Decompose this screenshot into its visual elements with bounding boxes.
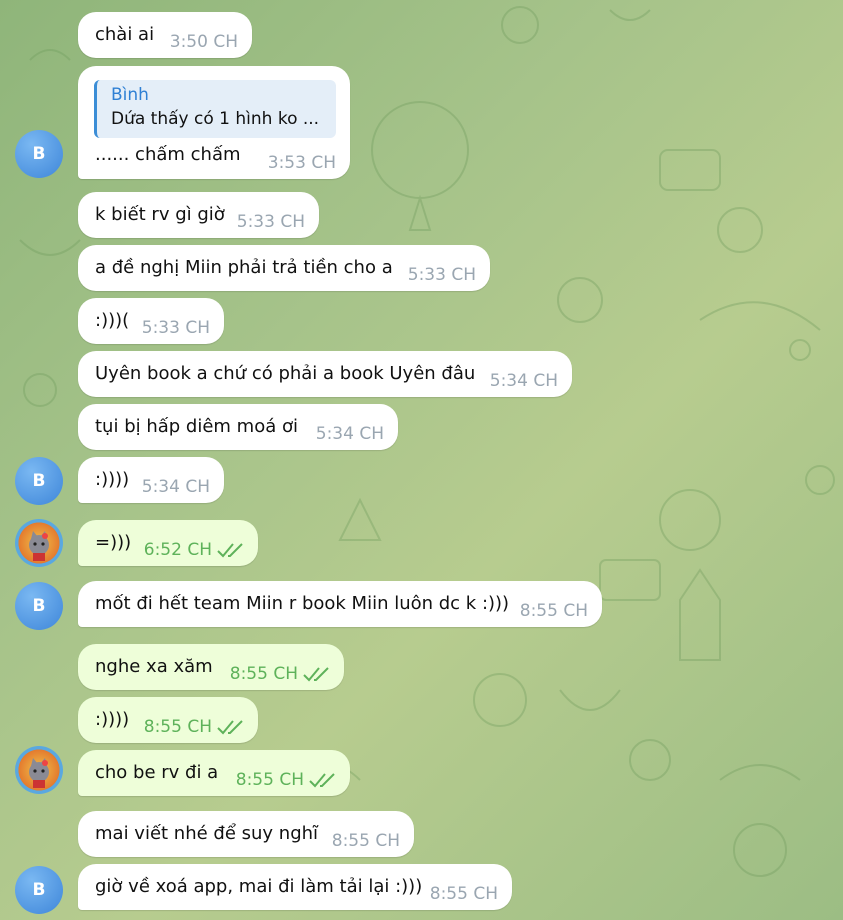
message-text: mai viết nhé để suy nghĩ [95,823,319,844]
message-text: :)))) [95,709,130,730]
message-bubble[interactable]: :)))( 5:33 CH [78,298,224,344]
message-bubble-outgoing[interactable]: :)))) 8:55 CH [78,697,258,743]
message-text: k biết rv gì giờ [95,204,225,225]
self-avatar-cat-icon[interactable] [15,519,63,567]
message-text: chài ai [95,24,155,45]
message-text: =))) [95,532,132,553]
message-bubble-reply[interactable]: Bình Dứa thấy có 1 hình ko ... ...... ch… [78,66,350,179]
message-bubble[interactable]: :)))) 5:34 CH [78,457,224,503]
message-time: 8:55 CH [229,664,298,684]
message-bubble[interactable]: chài ai 3:50 CH [78,12,252,58]
message-bubble-outgoing[interactable]: =))) 6:52 CH [78,520,258,566]
message-time: 8:55 CH [235,770,304,790]
message-text: mốt đi hết team Miin r book Miin luôn dc… [95,593,510,614]
contact-avatar[interactable]: B [15,130,63,178]
message-time: 3:50 CH [169,32,238,52]
double-check-icon [309,773,335,788]
message-time: 6:52 CH [143,540,212,560]
message-time: 3:53 CH [267,153,336,173]
cat-sticker-icon [29,531,49,561]
message-text: cho be rv đi a [95,762,219,783]
message-bubble-outgoing[interactable]: cho be rv đi a 8:55 CH [78,750,350,796]
contact-avatar[interactable]: B [15,457,63,505]
double-check-icon [217,720,243,735]
message-time: 5:33 CH [407,265,476,285]
double-check-icon [303,667,329,682]
message-text: a đề nghị Miin phải trả tiền cho a [95,257,393,278]
quote-author: Bình [111,85,149,105]
message-time: 8:55 CH [519,601,588,621]
cat-sticker-icon [29,758,49,788]
message-bubble[interactable]: Uyên book a chứ có phải a book Uyên đâu … [78,351,572,397]
message-list[interactable]: chài ai 3:50 CH Bình Dứa thấy có 1 hình … [0,0,843,920]
message-bubble[interactable]: a đề nghị Miin phải trả tiền cho a 5:33 … [78,245,490,291]
quote-text: Dứa thấy có 1 hình ko ... [111,109,320,129]
message-text: :)))) [95,469,130,490]
message-bubble[interactable]: mai viết nhé để suy nghĩ 8:55 CH [78,811,414,857]
self-avatar-cat-icon[interactable] [15,746,63,794]
double-check-icon [217,543,243,558]
message-time: 8:55 CH [429,884,498,904]
message-time: 5:34 CH [489,371,558,391]
message-bubble-outgoing[interactable]: nghe xa xăm 8:55 CH [78,644,344,690]
message-time: 8:55 CH [143,717,212,737]
message-text: tụi bị hấp diêm moá ơi [95,416,298,437]
reply-quote[interactable]: Bình Dứa thấy có 1 hình ko ... [94,80,336,138]
contact-avatar[interactable]: B [15,582,63,630]
message-time: 5:34 CH [315,424,384,444]
message-time: 5:34 CH [141,477,210,497]
message-text: :)))( [95,310,130,331]
message-time: 5:33 CH [141,318,210,338]
message-bubble[interactable]: k biết rv gì giờ 5:33 CH [78,192,319,238]
message-text: Uyên book a chứ có phải a book Uyên đâu [95,363,476,384]
message-text: nghe xa xăm [95,656,213,677]
message-bubble[interactable]: giờ về xoá app, mai đi làm tải lại :))) … [78,864,512,910]
message-bubble[interactable]: mốt đi hết team Miin r book Miin luôn dc… [78,581,602,627]
contact-avatar[interactable]: B [15,866,63,914]
message-bubble[interactable]: tụi bị hấp diêm moá ơi 5:34 CH [78,404,398,450]
message-time: 5:33 CH [236,212,305,232]
message-text: ...... chấm chấm [95,144,241,165]
message-text: giờ về xoá app, mai đi làm tải lại :))) [95,876,423,897]
message-time: 8:55 CH [331,831,400,851]
